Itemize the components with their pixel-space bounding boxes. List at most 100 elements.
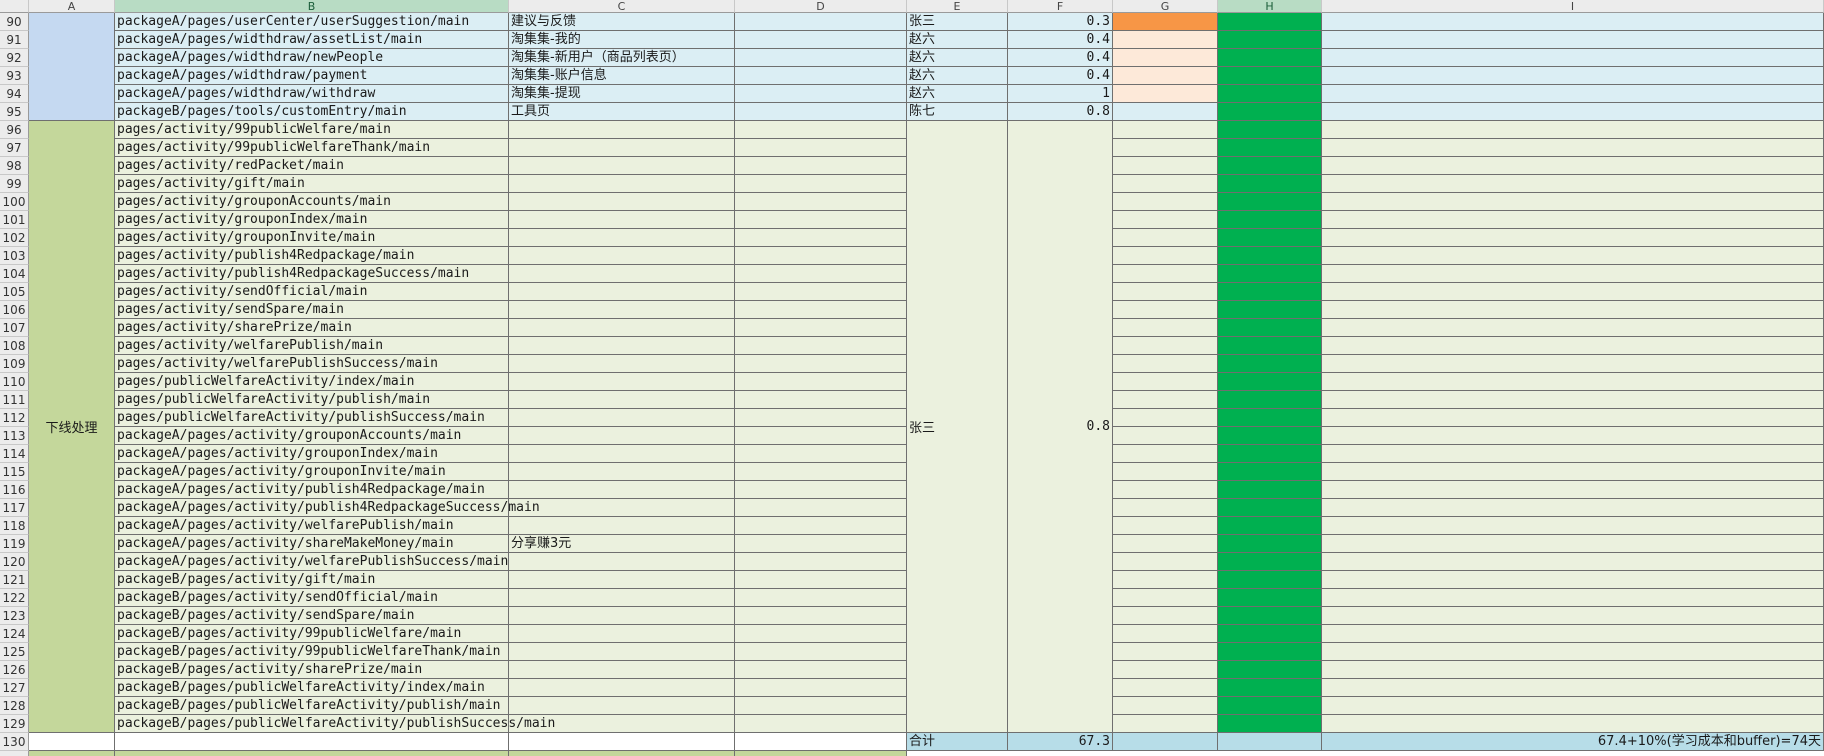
page-path-cell[interactable]: packageB/pages/publicWelfareActivity/ind… xyxy=(115,679,509,697)
row-header[interactable]: 105 xyxy=(0,283,29,301)
assignee-cell[interactable]: 张三 xyxy=(907,13,1008,31)
page-path-cell[interactable]: packageA/pages/activity/welfarePublishSu… xyxy=(115,553,509,571)
cell-d[interactable] xyxy=(735,31,907,49)
page-path-cell[interactable]: packageB/pages/tools/customEntry/main xyxy=(115,103,509,121)
status-cell[interactable] xyxy=(1113,607,1218,625)
row-header[interactable]: 94 xyxy=(0,85,29,103)
row-header[interactable]: 111 xyxy=(0,391,29,409)
page-desc-cell[interactable] xyxy=(509,697,735,715)
cell-d[interactable] xyxy=(735,355,907,373)
status-cell[interactable] xyxy=(1113,463,1218,481)
status-flag-cell[interactable] xyxy=(1218,229,1322,247)
page-desc-cell[interactable]: 分享赚3元 xyxy=(509,535,735,553)
next-row-d-cell[interactable] xyxy=(735,751,907,756)
page-path-cell[interactable]: packageA/pages/activity/publish4Redpacka… xyxy=(115,499,540,517)
notes-cell[interactable] xyxy=(1322,67,1824,85)
row-header[interactable]: 93 xyxy=(0,67,29,85)
page-desc-cell[interactable] xyxy=(509,373,735,391)
status-flag-cell[interactable] xyxy=(1218,697,1322,715)
notes-cell[interactable] xyxy=(1322,265,1824,283)
page-path-cell[interactable]: pages/activity/99publicWelfare/main xyxy=(115,121,509,139)
status-cell[interactable] xyxy=(1113,427,1218,445)
row-header[interactable]: 124 xyxy=(0,625,29,643)
row-header[interactable]: 126 xyxy=(0,661,29,679)
cell-d[interactable] xyxy=(735,301,907,319)
status-cell[interactable] xyxy=(1113,67,1218,85)
page-path-cell[interactable]: packageA/pages/activity/publish4Redpacka… xyxy=(115,481,509,499)
page-desc-cell[interactable] xyxy=(509,121,735,139)
notes-cell[interactable] xyxy=(1322,697,1824,715)
notes-cell[interactable] xyxy=(1322,283,1824,301)
column-header-i[interactable]: I xyxy=(1322,0,1824,13)
cell-d[interactable] xyxy=(735,643,907,661)
status-flag-cell[interactable] xyxy=(1218,283,1322,301)
cell-d[interactable] xyxy=(735,553,907,571)
page-path-cell[interactable]: packageA/pages/activity/welfarePublish/m… xyxy=(115,517,509,535)
notes-cell[interactable] xyxy=(1322,13,1824,31)
page-desc-cell[interactable] xyxy=(509,517,735,535)
status-flag-cell[interactable] xyxy=(1218,193,1322,211)
row-header[interactable]: 96 xyxy=(0,121,29,139)
notes-cell[interactable] xyxy=(1322,49,1824,67)
cell-d[interactable] xyxy=(735,373,907,391)
page-path-cell[interactable]: pages/activity/publish4Redpackage/main xyxy=(115,247,509,265)
status-flag-cell[interactable] xyxy=(1218,319,1322,337)
status-flag-cell[interactable] xyxy=(1218,715,1322,733)
next-row-c-cell[interactable] xyxy=(509,751,735,756)
status-cell[interactable] xyxy=(1113,283,1218,301)
notes-cell[interactable] xyxy=(1322,193,1824,211)
row-header[interactable]: 110 xyxy=(0,373,29,391)
total-value-cell[interactable]: 67.3 xyxy=(1008,733,1113,751)
spreadsheet-grid[interactable]: A B C D E F G H I 90 packageA/pages/userCenter/use… xyxy=(0,0,1824,756)
page-path-cell[interactable]: pages/activity/gift/main xyxy=(115,175,509,193)
cell-d[interactable] xyxy=(735,607,907,625)
page-path-cell[interactable]: packageA/pages/userCenter/userSuggestion… xyxy=(115,13,509,31)
status-flag-cell[interactable] xyxy=(1218,337,1322,355)
cell-d[interactable] xyxy=(735,121,907,139)
page-path-cell[interactable]: packageA/pages/widthdraw/payment xyxy=(115,67,509,85)
page-desc-cell[interactable] xyxy=(509,607,735,625)
status-cell[interactable] xyxy=(1113,625,1218,643)
page-desc-cell[interactable] xyxy=(509,481,735,499)
status-flag-cell[interactable] xyxy=(1218,625,1322,643)
status-flag-cell[interactable] xyxy=(1218,409,1322,427)
status-cell[interactable] xyxy=(1113,589,1218,607)
status-cell[interactable] xyxy=(1113,499,1218,517)
group-cell-offline[interactable]: 下线处理 xyxy=(29,121,115,733)
cell-d[interactable] xyxy=(735,697,907,715)
row-header[interactable]: 122 xyxy=(0,589,29,607)
status-flag-cell[interactable] xyxy=(1218,607,1322,625)
status-cell[interactable] xyxy=(1113,679,1218,697)
row-header[interactable]: 114 xyxy=(0,445,29,463)
row-header[interactable]: 117 xyxy=(0,499,29,517)
page-desc-cell[interactable] xyxy=(509,625,735,643)
row-header[interactable]: 116 xyxy=(0,481,29,499)
cell-d[interactable] xyxy=(735,211,907,229)
status-cell[interactable] xyxy=(1113,571,1218,589)
assignee-cell[interactable]: 赵六 xyxy=(907,85,1008,103)
cell-d[interactable] xyxy=(735,679,907,697)
cell-d[interactable] xyxy=(735,571,907,589)
total-row-empty-cell[interactable] xyxy=(29,733,115,751)
column-header-d[interactable]: D xyxy=(735,0,907,13)
page-path-cell[interactable]: pages/activity/grouponIndex/main xyxy=(115,211,509,229)
notes-cell[interactable] xyxy=(1322,409,1824,427)
cell-d[interactable] xyxy=(735,337,907,355)
assignee-cell[interactable]: 陈七 xyxy=(907,103,1008,121)
cell-d[interactable] xyxy=(735,229,907,247)
status-cell[interactable] xyxy=(1113,247,1218,265)
status-cell[interactable] xyxy=(1113,445,1218,463)
status-flag-cell[interactable] xyxy=(1218,463,1322,481)
notes-cell[interactable] xyxy=(1322,553,1824,571)
page-desc-cell[interactable] xyxy=(509,229,735,247)
total-row-empty-cell[interactable] xyxy=(735,733,907,751)
page-path-cell[interactable]: packageA/pages/widthdraw/newPeople xyxy=(115,49,509,67)
row-header[interactable]: 108 xyxy=(0,337,29,355)
status-flag-cell[interactable] xyxy=(1218,427,1322,445)
notes-cell[interactable] xyxy=(1322,427,1824,445)
notes-cell[interactable] xyxy=(1322,211,1824,229)
page-path-cell[interactable]: pages/activity/publish4RedpackageSuccess… xyxy=(115,265,509,283)
notes-cell[interactable] xyxy=(1322,175,1824,193)
status-cell[interactable] xyxy=(1113,337,1218,355)
status-cell[interactable] xyxy=(1113,643,1218,661)
